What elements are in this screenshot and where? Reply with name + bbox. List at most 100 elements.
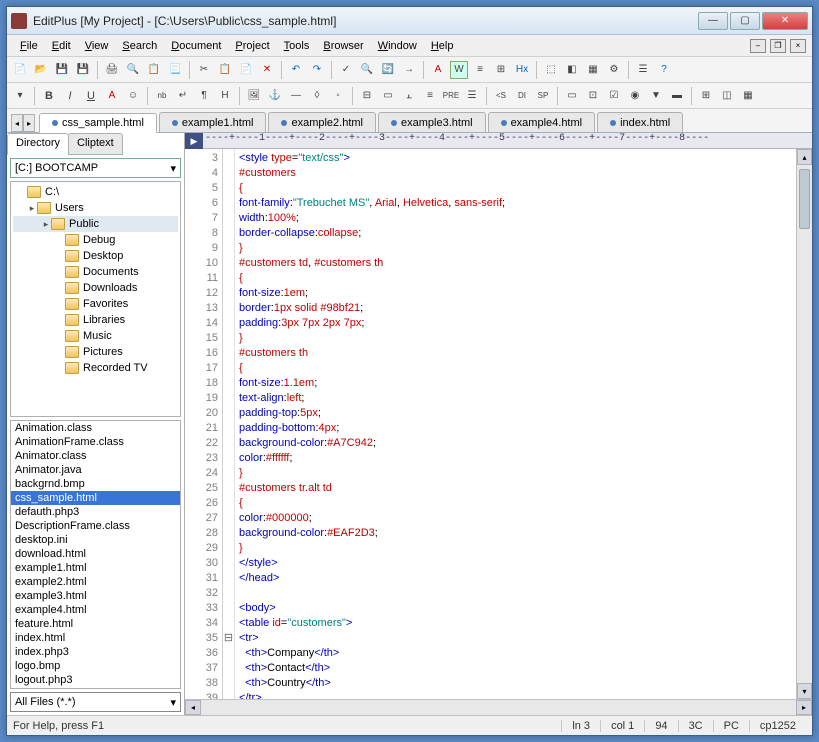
- window-icon[interactable]: ▦: [584, 61, 602, 79]
- tree-node[interactable]: C:\: [13, 184, 178, 200]
- horizontal-scrollbar[interactable]: ◂ ▸: [185, 699, 812, 715]
- tool-icon[interactable]: ⚙: [605, 61, 623, 79]
- file-item[interactable]: example3.html: [11, 589, 180, 603]
- tree-node[interactable]: ▸Users: [13, 200, 178, 216]
- open-file-icon[interactable]: 📂: [32, 61, 50, 79]
- tree-twisty-icon[interactable]: ▸: [27, 203, 37, 214]
- form-icon[interactable]: ▭: [563, 87, 581, 105]
- file-item[interactable]: css_sample.html: [11, 491, 180, 505]
- copy-icon[interactable]: 📋: [216, 61, 234, 79]
- sidebar-tab-directory[interactable]: Directory: [7, 133, 69, 155]
- file-item[interactable]: logo.bmp: [11, 659, 180, 673]
- tree-node[interactable]: Music: [13, 328, 178, 344]
- file-item[interactable]: logout.php3: [11, 673, 180, 687]
- settings-icon[interactable]: ☰: [634, 61, 652, 79]
- bold-icon[interactable]: B: [40, 87, 58, 105]
- div-icon[interactable]: DI: [513, 87, 531, 105]
- mdi-close-button[interactable]: ×: [790, 39, 806, 53]
- menu-document[interactable]: Document: [164, 38, 228, 54]
- tab-example2-html[interactable]: example2.html: [268, 112, 376, 132]
- font-icon[interactable]: A: [429, 61, 447, 79]
- vertical-scrollbar[interactable]: ▴ ▾: [796, 149, 812, 699]
- tab-example3-html[interactable]: example3.html: [378, 112, 486, 132]
- script-icon[interactable]: <S: [492, 87, 510, 105]
- dropdown-icon[interactable]: ▾: [11, 87, 29, 105]
- object-icon[interactable]: ◫: [718, 87, 736, 105]
- tree-twisty-icon[interactable]: ▸: [41, 219, 51, 230]
- radio-icon[interactable]: ◉: [626, 87, 644, 105]
- list-icon[interactable]: ☰: [463, 87, 481, 105]
- hex-icon[interactable]: Hx: [513, 61, 531, 79]
- mdi-minimize-button[interactable]: –: [750, 39, 766, 53]
- find-icon[interactable]: 🔍: [358, 61, 376, 79]
- wordwrap-icon[interactable]: W: [450, 61, 468, 79]
- tree-node[interactable]: ▸Public: [13, 216, 178, 232]
- browser-icon[interactable]: ⬚: [542, 61, 560, 79]
- tree-node[interactable]: Favorites: [13, 296, 178, 312]
- checkbox-icon[interactable]: ☑: [605, 87, 623, 105]
- file-item[interactable]: download.html: [11, 547, 180, 561]
- goto-icon[interactable]: →: [400, 61, 418, 79]
- file-item[interactable]: example4.html: [11, 603, 180, 617]
- replace-icon[interactable]: 🔄: [379, 61, 397, 79]
- file-filter[interactable]: All Files (*.*) ▾: [10, 692, 181, 712]
- maximize-button[interactable]: ▢: [730, 12, 760, 30]
- tab-scroll-left-icon[interactable]: ◂: [11, 114, 23, 132]
- close-button[interactable]: ✕: [762, 12, 808, 30]
- directory-tree[interactable]: C:\▸Users▸PublicDebugDesktopDocumentsDow…: [10, 181, 181, 417]
- save-all-icon[interactable]: 💾: [74, 61, 92, 79]
- anchor-icon[interactable]: ⚓: [266, 87, 284, 105]
- spellcheck-icon[interactable]: ✓: [337, 61, 355, 79]
- char-icon[interactable]: ◦: [329, 87, 347, 105]
- tab-example4-html[interactable]: example4.html: [488, 112, 596, 132]
- menu-file[interactable]: File: [13, 38, 45, 54]
- help-icon[interactable]: ?: [655, 61, 673, 79]
- file-item[interactable]: backgrnd.bmp: [11, 477, 180, 491]
- file-item[interactable]: Animator.java: [11, 463, 180, 477]
- tree-node[interactable]: Debug: [13, 232, 178, 248]
- file-item[interactable]: desktop.ini: [11, 533, 180, 547]
- menu-window[interactable]: Window: [371, 38, 424, 54]
- frame-icon[interactable]: ▦: [739, 87, 757, 105]
- nbsp-icon[interactable]: nb: [153, 87, 171, 105]
- underline-icon[interactable]: U: [82, 87, 100, 105]
- file-item[interactable]: AnimationFrame.class: [11, 435, 180, 449]
- scroll-left-icon[interactable]: ◂: [185, 700, 201, 715]
- minimize-button[interactable]: —: [698, 12, 728, 30]
- document-icon[interactable]: 📃: [166, 61, 184, 79]
- save-icon[interactable]: 💾: [53, 61, 71, 79]
- image-icon[interactable]: 🖼: [245, 87, 263, 105]
- file-item[interactable]: Animation.class: [11, 421, 180, 435]
- tab-example1-html[interactable]: example1.html: [159, 112, 267, 132]
- fold-column[interactable]: ⊟: [223, 149, 235, 699]
- emoji-icon[interactable]: ☺: [124, 87, 142, 105]
- pre-icon[interactable]: PRE: [442, 87, 460, 105]
- menu-view[interactable]: View: [78, 38, 116, 54]
- break-icon[interactable]: ↵: [174, 87, 192, 105]
- tree-node[interactable]: Recorded TV: [13, 360, 178, 376]
- print-icon[interactable]: 🖨: [103, 61, 121, 79]
- heading-icon[interactable]: H: [216, 87, 234, 105]
- menu-search[interactable]: Search: [115, 38, 164, 54]
- code-editor[interactable]: <style type="text/css">#customers{font-f…: [235, 149, 796, 699]
- file-item[interactable]: example2.html: [11, 575, 180, 589]
- mdi-restore-button[interactable]: ❐: [770, 39, 786, 53]
- linenumber-icon[interactable]: ≡: [471, 61, 489, 79]
- italic-icon[interactable]: I: [61, 87, 79, 105]
- tree-node[interactable]: Pictures: [13, 344, 178, 360]
- tree-node[interactable]: Documents: [13, 264, 178, 280]
- tree-node[interactable]: Downloads: [13, 280, 178, 296]
- menu-browser[interactable]: Browser: [316, 38, 370, 54]
- file-item[interactable]: example1.html: [11, 561, 180, 575]
- file-list[interactable]: Animation.classAnimationFrame.class Anima…: [10, 420, 181, 689]
- scroll-right-icon[interactable]: ▸: [796, 700, 812, 715]
- redo-icon[interactable]: ↷: [308, 61, 326, 79]
- menu-project[interactable]: Project: [228, 38, 276, 54]
- file-item[interactable]: DescriptionFrame.class: [11, 519, 180, 533]
- file-item[interactable]: feature.html: [11, 617, 180, 631]
- menu-tools[interactable]: Tools: [277, 38, 317, 54]
- button2-icon[interactable]: ▬: [668, 87, 686, 105]
- sidebar-tab-cliptext[interactable]: Cliptext: [68, 133, 123, 155]
- file-item[interactable]: index.php3: [11, 645, 180, 659]
- print-setup-icon[interactable]: 📋: [145, 61, 163, 79]
